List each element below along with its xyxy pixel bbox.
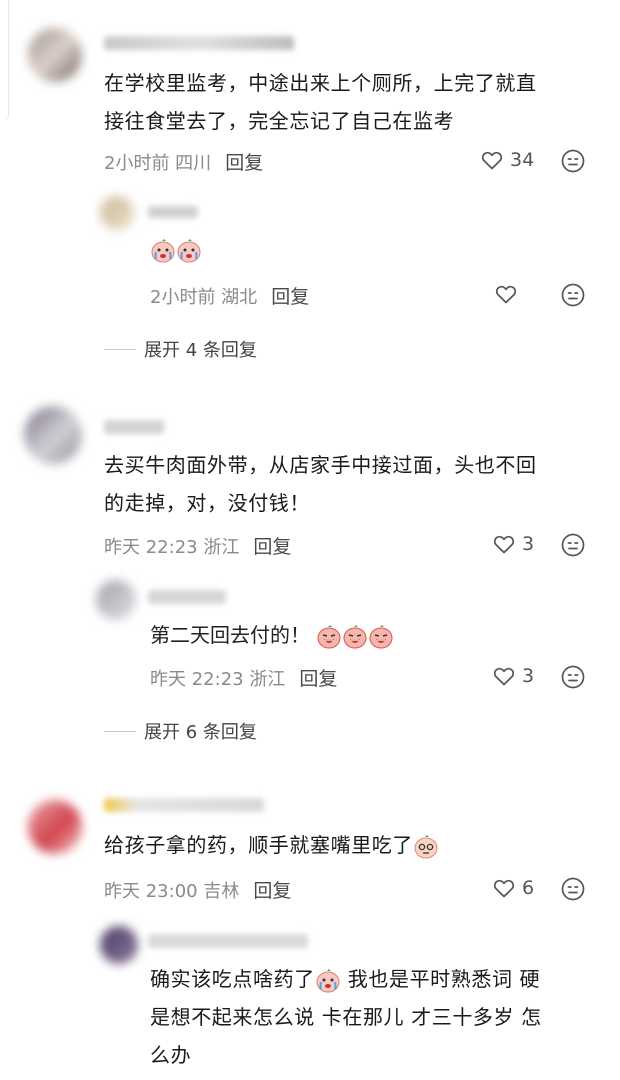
- heart-icon: [492, 876, 516, 900]
- comment-text-line: 给孩子拿的药，顺手就塞嘴里吃了: [104, 833, 413, 857]
- reply-text-line: 确实该吃点啥药了 我也是平时熟悉词 硬: [150, 960, 600, 998]
- expand-replies-button[interactable]: 展开 4 条回复: [104, 336, 257, 362]
- like-button[interactable]: 6: [492, 876, 534, 900]
- like-count: 3: [522, 665, 535, 687]
- reply-text-content: 我也是平时熟悉词 硬: [340, 967, 541, 991]
- avatar[interactable]: [100, 196, 134, 230]
- username-blurred[interactable]: [148, 206, 198, 218]
- avatar[interactable]: [28, 800, 82, 854]
- like-button[interactable]: 3: [492, 532, 534, 556]
- reply-text: 第二天回去付的！: [150, 618, 394, 652]
- comment-text: 在学校里监考，中途出来上个厕所，上完了就直 接往食堂去了，完全忘记了自己在监考: [104, 64, 604, 140]
- expand-replies-button[interactable]: 展开 6 条回复: [104, 718, 257, 744]
- reply-meta: 2小时前 湖北 回复: [150, 282, 309, 309]
- heart-icon: [492, 532, 516, 556]
- comment-meta: 昨天 22:23 浙江 回复: [104, 532, 291, 559]
- username-blurred[interactable]: [148, 590, 226, 604]
- bawling-emoji-icon: [368, 624, 394, 650]
- dislike-icon[interactable]: [560, 876, 586, 902]
- time-location: 昨天 23:00 吉林: [104, 881, 240, 902]
- reply-text: 确实该吃点啥药了 我也是平时熟悉词 硬 是想不起来怎么说 卡在那儿 才三十多岁 …: [150, 960, 600, 1074]
- crying-emoji-icon: [176, 238, 202, 264]
- bawling-emoji-icon: [316, 624, 342, 650]
- like-count: 6: [522, 877, 535, 899]
- avatar[interactable]: [28, 28, 82, 82]
- comment-text-line: 在学校里监考，中途出来上个厕所，上完了就直: [104, 71, 537, 95]
- like-button[interactable]: [494, 282, 518, 306]
- crying-emoji-icon: [150, 238, 176, 264]
- divider: [104, 730, 136, 732]
- avatar[interactable]: [24, 406, 82, 464]
- reply-emojis: [150, 238, 202, 264]
- comment-text-line: 的走掉，对，没付钱！: [104, 491, 310, 515]
- reply-text-line: 是想不起来怎么说 卡在那儿 才三十多岁 怎: [150, 1005, 542, 1029]
- time-location: 2小时前 四川: [104, 153, 212, 174]
- comment-text: 去买牛肉面外带，从店家手中接过面，头也不回 的走掉，对，没付钱！: [104, 446, 604, 522]
- username-blurred[interactable]: [104, 36, 294, 50]
- bawling-emoji-icon: [342, 624, 368, 650]
- reply-text-content: 第二天回去付的！: [150, 623, 310, 647]
- reply-text-content: 确实该吃点啥药了: [150, 967, 315, 991]
- comment-meta: 2小时前 四川 回复: [104, 148, 263, 175]
- like-button[interactable]: 3: [492, 664, 534, 688]
- avatar[interactable]: [96, 580, 136, 620]
- dislike-icon[interactable]: [560, 282, 586, 308]
- comment-meta: 昨天 23:00 吉林 回复: [104, 876, 291, 903]
- time-location: 昨天 22:23 浙江: [104, 537, 240, 558]
- reply-button[interactable]: 回复: [271, 286, 309, 308]
- username-blurred[interactable]: [104, 420, 164, 434]
- time-location: 2小时前 湖北: [150, 287, 258, 308]
- reply-button[interactable]: 回复: [299, 668, 337, 690]
- reply-button[interactable]: 回复: [225, 152, 263, 174]
- like-count: 34: [510, 149, 535, 171]
- reply-button[interactable]: 回复: [253, 880, 291, 902]
- like-count: 3: [522, 533, 535, 555]
- expand-replies-label: 展开 4 条回复: [144, 340, 257, 361]
- like-button[interactable]: 34: [480, 148, 534, 172]
- avatar[interactable]: [100, 926, 138, 964]
- crying-emoji-icon: [315, 968, 341, 994]
- username-blurred[interactable]: [148, 934, 308, 948]
- heart-icon: [494, 282, 518, 306]
- time-location: 昨天 22:23 浙江: [150, 669, 286, 690]
- comment-text: 给孩子拿的药，顺手就塞嘴里吃了: [104, 826, 604, 864]
- speechless-emoji-icon: [413, 834, 439, 860]
- heart-icon: [492, 664, 516, 688]
- reply-text-line: 么办: [150, 1043, 192, 1067]
- dislike-icon[interactable]: [560, 532, 586, 558]
- dislike-icon[interactable]: [560, 664, 586, 690]
- window-edge: [0, 0, 9, 120]
- comment-text-line: 去买牛肉面外带，从店家手中接过面，头也不回: [104, 453, 537, 477]
- dislike-icon[interactable]: [560, 148, 586, 174]
- username-blurred[interactable]: [104, 798, 264, 812]
- reply-meta: 昨天 22:23 浙江 回复: [150, 664, 337, 691]
- heart-icon: [480, 148, 504, 172]
- comment-text-line: 接往食堂去了，完全忘记了自己在监考: [104, 109, 455, 133]
- divider: [104, 348, 136, 350]
- expand-replies-label: 展开 6 条回复: [144, 722, 257, 743]
- reply-button[interactable]: 回复: [253, 536, 291, 558]
